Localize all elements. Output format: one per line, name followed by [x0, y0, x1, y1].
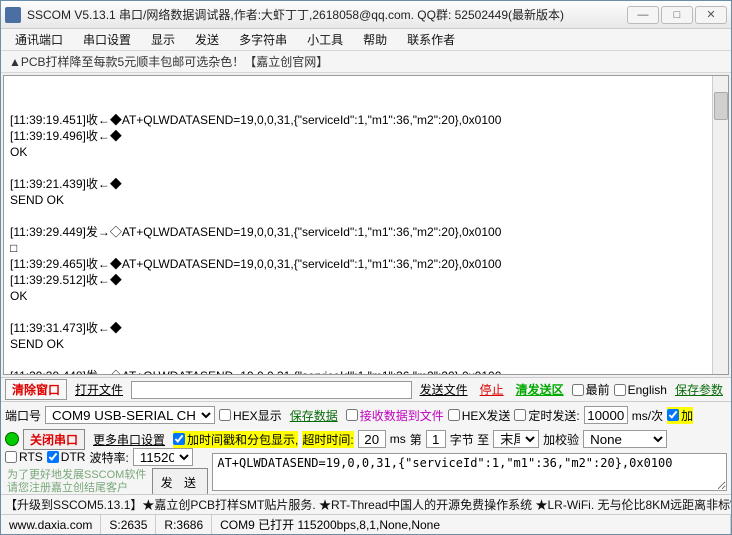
window-title: SSCOM V5.13.1 串口/网络数据调试器,作者:大虾丁丁,2618058…	[27, 6, 627, 23]
hex-show-checkbox[interactable]: HEX显示	[219, 407, 282, 424]
timed-send-checkbox[interactable]: 定时发送:	[514, 407, 579, 424]
titlebar: SSCOM V5.13.1 串口/网络数据调试器,作者:大虾丁丁,2618058…	[1, 1, 731, 29]
app-window: SSCOM V5.13.1 串口/网络数据调试器,作者:大虾丁丁,2618058…	[0, 0, 732, 535]
byte-label: 字节 至	[450, 431, 489, 448]
period-input[interactable]	[584, 406, 628, 424]
log-line	[10, 304, 722, 320]
dtr-checkbox[interactable]: DTR	[47, 450, 86, 464]
toolbar: 清除窗口 打开文件 发送文件 停止 清发送区 最前 English 保存参数	[1, 377, 731, 401]
settings-panel: 端口号 COM9 USB-SERIAL CH340 HEX显示 保存数据 接收数…	[1, 401, 731, 494]
log-line: OK	[10, 144, 722, 160]
send-button[interactable]: 发 送	[152, 468, 208, 496]
menu-send[interactable]: 发送	[187, 29, 227, 50]
timeout-unit: ms	[390, 432, 406, 446]
log-line	[10, 208, 722, 224]
close-button[interactable]: ✕	[695, 6, 727, 24]
log-line: [11:39:19.496]收←◆	[10, 128, 722, 144]
save-params-button[interactable]: 保存参数	[671, 380, 727, 399]
log-line: [11:39:29.512]收←◆	[10, 272, 722, 288]
log-line: [11:39:31.473]收←◆	[10, 320, 722, 336]
add-cr-checkbox[interactable]: 加	[667, 407, 693, 424]
promo-bar[interactable]: ▲PCB打样降至每款5元顺丰包邮可选杂色！【嘉立创官网】	[1, 51, 731, 73]
log-line: □	[10, 240, 722, 256]
recv-to-file-checkbox[interactable]: 接收数据到文件	[346, 407, 444, 424]
log-line: [11:39:19.451]收←◆AT+QLWDATASEND=19,0,0,3…	[10, 112, 722, 128]
checksum-label: 加校验	[543, 431, 579, 448]
status-led-icon	[5, 432, 19, 446]
menu-tools[interactable]: 小工具	[299, 29, 351, 50]
log-line: OK	[10, 288, 722, 304]
menu-contact[interactable]: 联系作者	[399, 29, 463, 50]
menu-multistring[interactable]: 多字符串	[231, 29, 295, 50]
timestamp-checkbox[interactable]: 加时间戳和分包显示,	[173, 431, 298, 448]
status-bar: www.daxia.com S:2635 R:3686 COM9 已打开 115…	[1, 514, 731, 534]
log-line: SEND OK	[10, 336, 722, 352]
file-path-input[interactable]	[131, 381, 412, 399]
log-line: [11:39:29.465]收←◆AT+QLWDATASEND=19,0,0,3…	[10, 256, 722, 272]
open-file-button[interactable]: 打开文件	[71, 380, 127, 399]
send-file-button[interactable]: 发送文件	[416, 380, 472, 399]
nth-label: 第	[410, 431, 422, 448]
port-select[interactable]: COM9 USB-SERIAL CH340	[45, 406, 215, 424]
scroll-thumb[interactable]	[714, 92, 728, 120]
footer-links[interactable]: 【升级到SSCOM5.13.1】★嘉立创PCB打样SMT贴片服务. ★RT-Th…	[1, 494, 731, 514]
period-unit: ms/次	[632, 407, 663, 424]
checksum-select[interactable]: None	[583, 430, 667, 448]
log-line: [11:39:21.439]收←◆	[10, 176, 722, 192]
front-checkbox[interactable]: 最前	[572, 381, 610, 398]
log-line: [11:39:39.448]发→◇AT+QLWDATASEND=19,0,0,3…	[10, 368, 722, 375]
end-select[interactable]: 末尾	[493, 430, 539, 448]
status-site[interactable]: www.daxia.com	[1, 515, 101, 534]
timeout-input[interactable]	[358, 430, 386, 448]
send-input[interactable]	[212, 453, 727, 491]
timeout-label: 超时时间:	[302, 431, 353, 448]
baud-label: 波特率:	[89, 449, 128, 466]
close-port-button[interactable]: 关闭串口	[23, 429, 85, 450]
rts-checkbox[interactable]: RTS	[5, 450, 43, 464]
stop-button[interactable]: 停止	[476, 380, 508, 399]
log-output[interactable]: [11:39:19.451]收←◆AT+QLWDATASEND=19,0,0,3…	[3, 75, 729, 375]
menu-display[interactable]: 显示	[143, 29, 183, 50]
log-line	[10, 352, 722, 368]
status-recv: R:3686	[156, 515, 212, 534]
app-icon	[5, 7, 21, 23]
menu-help[interactable]: 帮助	[355, 29, 395, 50]
hex-send-checkbox[interactable]: HEX发送	[448, 407, 511, 424]
menu-port[interactable]: 通讯端口	[7, 29, 71, 50]
english-checkbox[interactable]: English	[614, 383, 667, 397]
baud-select[interactable]: 115200	[133, 448, 193, 466]
more-settings-button[interactable]: 更多串口设置	[89, 430, 169, 449]
maximize-button[interactable]: □	[661, 6, 693, 24]
log-line: [11:39:29.449]发→◇AT+QLWDATASEND=19,0,0,3…	[10, 224, 722, 240]
menubar: 通讯端口 串口设置 显示 发送 多字符串 小工具 帮助 联系作者	[1, 29, 731, 51]
clear-window-button[interactable]: 清除窗口	[5, 379, 67, 400]
log-scrollbar[interactable]	[712, 76, 728, 374]
tip-line1: 为了更好地发展SSCOM软件	[7, 469, 146, 482]
clear-send-button[interactable]: 清发送区	[512, 380, 568, 399]
save-data-button[interactable]: 保存数据	[286, 406, 342, 425]
port-label: 端口号	[5, 407, 41, 424]
status-connection: COM9 已打开 115200bps,8,1,None,None	[212, 515, 731, 534]
menu-serial-settings[interactable]: 串口设置	[75, 29, 139, 50]
minimize-button[interactable]: —	[627, 6, 659, 24]
log-line	[10, 160, 722, 176]
status-sent: S:2635	[101, 515, 156, 534]
nth-input[interactable]	[426, 430, 446, 448]
log-line: SEND OK	[10, 192, 722, 208]
